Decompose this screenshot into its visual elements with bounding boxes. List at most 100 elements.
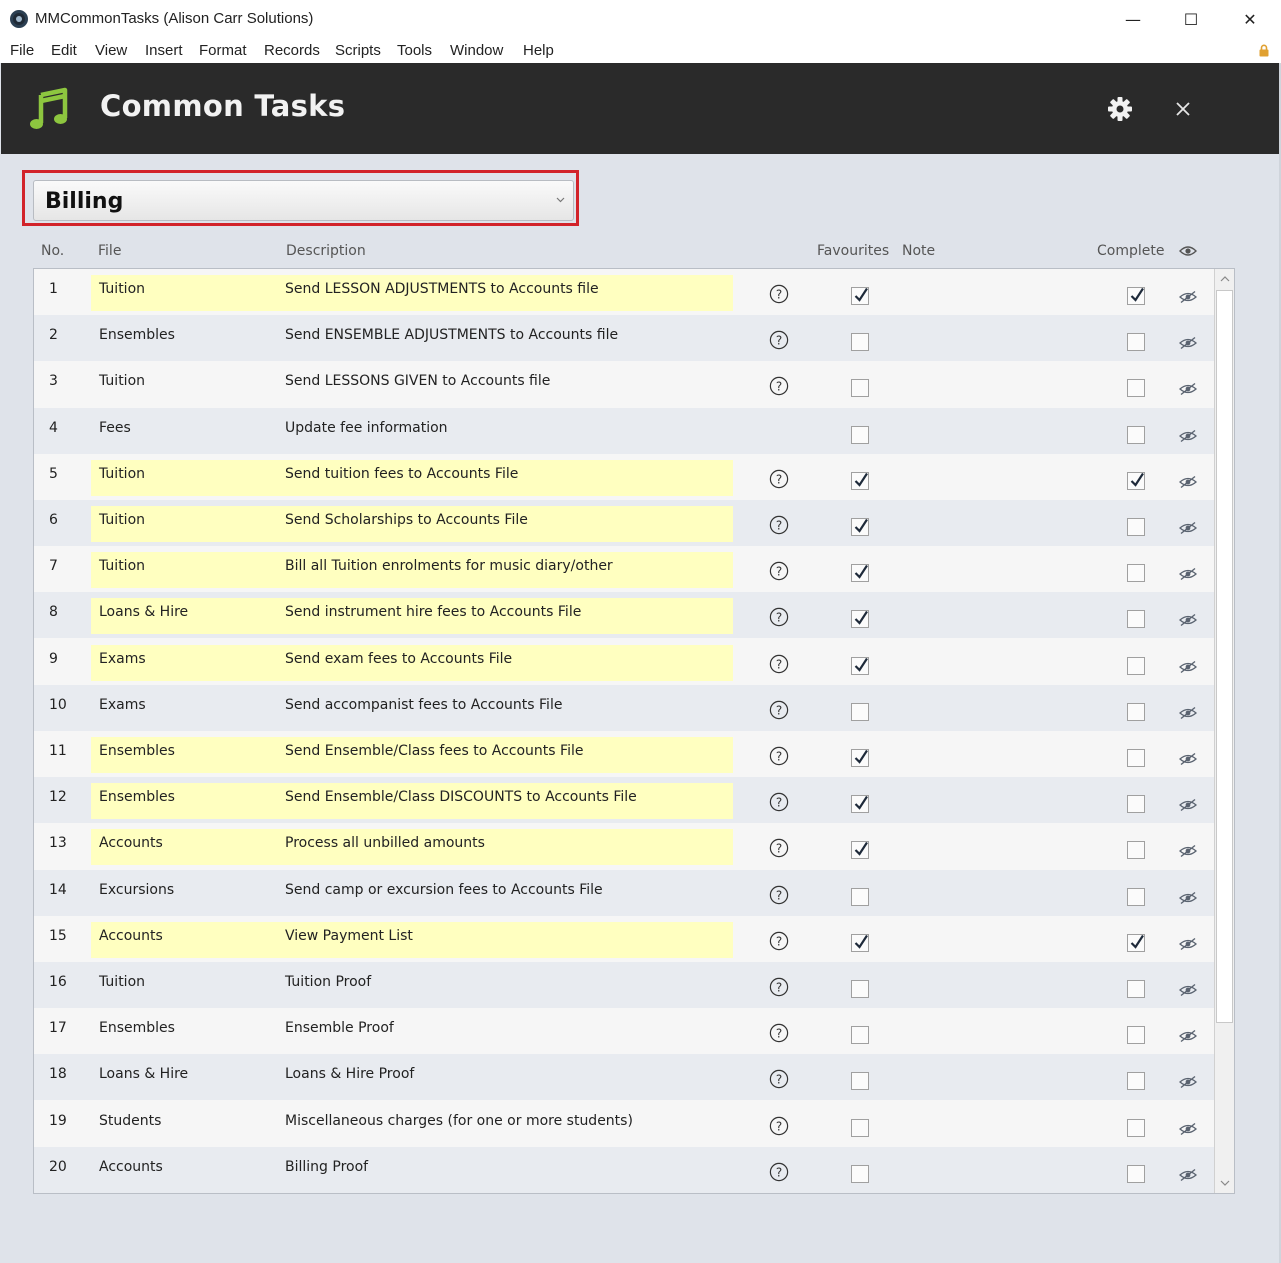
maximize-button[interactable]: ☐ — [1171, 4, 1211, 34]
help-icon[interactable]: ? — [769, 746, 789, 766]
favourite-checkbox[interactable] — [851, 610, 869, 629]
complete-checkbox[interactable] — [1127, 887, 1145, 906]
menu-tools[interactable]: Tools — [397, 42, 432, 59]
help-icon[interactable]: ? — [769, 561, 789, 581]
help-icon[interactable]: ? — [769, 1116, 789, 1136]
complete-checkbox[interactable] — [1127, 287, 1145, 305]
help-icon[interactable]: ? — [769, 654, 789, 674]
help-icon[interactable]: ? — [769, 931, 789, 951]
complete-checkbox[interactable] — [1127, 1118, 1145, 1137]
row-description[interactable]: Send Ensemble/Class DISCOUNTS to Account… — [285, 789, 637, 805]
row-description[interactable]: Send instrument hire fees to Accounts Fi… — [285, 604, 581, 620]
table-row[interactable]: 2 Ensembles Send ENSEMBLE ADJUSTMENTS to A… — [34, 315, 1214, 362]
gear-icon[interactable] — [1106, 95, 1134, 123]
scroll-down-icon[interactable] — [1215, 1173, 1235, 1193]
help-icon[interactable]: ? — [769, 700, 789, 720]
favourite-checkbox[interactable] — [851, 564, 869, 583]
row-description[interactable]: View Payment List — [285, 928, 413, 944]
eye-hidden-icon[interactable] — [1178, 706, 1198, 720]
menu-records[interactable]: Records — [264, 42, 320, 59]
category-dropdown[interactable]: Billing — [33, 180, 574, 221]
eye-hidden-icon[interactable] — [1178, 798, 1198, 812]
table-row[interactable]: 6 Tuition Send Scholarships to Accounts Fi… — [34, 500, 1214, 546]
help-icon[interactable]: ? — [769, 885, 789, 905]
favourite-checkbox[interactable] — [851, 471, 869, 490]
favourite-checkbox[interactable] — [851, 333, 869, 352]
eye-hidden-icon[interactable] — [1178, 891, 1198, 905]
table-row[interactable]: 12 Ensembles Send Ensemble/Class DISCOUNTS… — [34, 777, 1214, 824]
table-row[interactable]: 18 Loans & Hire Loans & Hire Proof? — [34, 1054, 1214, 1101]
scroll-up-icon[interactable] — [1215, 269, 1235, 289]
help-icon[interactable]: ? — [769, 469, 789, 489]
row-description[interactable]: Send Ensemble/Class fees to Accounts Fil… — [285, 743, 583, 759]
complete-checkbox[interactable] — [1127, 471, 1145, 490]
menu-view[interactable]: View — [95, 42, 127, 59]
row-description[interactable]: Send LESSONS GIVEN to Accounts file — [285, 373, 550, 389]
favourite-checkbox[interactable] — [851, 702, 869, 721]
favourite-checkbox[interactable] — [851, 1072, 869, 1091]
eye-hidden-icon[interactable] — [1178, 290, 1198, 304]
row-description[interactable]: Miscellaneous charges (for one or more s… — [285, 1113, 633, 1129]
menu-scripts[interactable]: Scripts — [335, 42, 381, 59]
complete-checkbox[interactable] — [1127, 518, 1145, 536]
complete-checkbox[interactable] — [1127, 379, 1145, 398]
complete-checkbox[interactable] — [1127, 749, 1145, 767]
row-description[interactable]: Process all unbilled amounts — [285, 835, 485, 851]
help-icon[interactable]: ? — [769, 977, 789, 997]
favourite-checkbox[interactable] — [851, 749, 869, 767]
favourite-checkbox[interactable] — [851, 518, 869, 536]
complete-checkbox[interactable] — [1127, 333, 1145, 352]
eye-hidden-icon[interactable] — [1178, 382, 1198, 396]
eye-hidden-icon[interactable] — [1178, 613, 1198, 627]
favourite-checkbox[interactable] — [851, 425, 869, 444]
eye-hidden-icon[interactable] — [1178, 937, 1198, 951]
complete-checkbox[interactable] — [1127, 933, 1145, 952]
eye-hidden-icon[interactable] — [1178, 660, 1198, 674]
help-icon[interactable]: ? — [769, 284, 789, 304]
table-row[interactable]: 5 Tuition Send tuition fees to Accounts Fi… — [34, 453, 1214, 500]
table-row[interactable]: 13 Accounts Process all unbilled amounts? — [34, 823, 1214, 870]
help-icon[interactable]: ? — [769, 1069, 789, 1089]
eye-hidden-icon[interactable] — [1178, 336, 1198, 350]
table-row[interactable]: 10 Exams Send accompanist fees to Accounts… — [34, 684, 1214, 731]
eye-hidden-icon[interactable] — [1178, 752, 1198, 766]
complete-checkbox[interactable] — [1127, 702, 1145, 721]
favourite-checkbox[interactable] — [851, 1026, 869, 1045]
favourite-checkbox[interactable] — [851, 980, 869, 998]
eye-hidden-icon[interactable] — [1178, 429, 1198, 443]
row-description[interactable]: Loans & Hire Proof — [285, 1066, 414, 1082]
table-row[interactable]: 4 Fees Update fee information — [34, 407, 1214, 454]
row-description[interactable]: Bill all Tuition enrolments for music di… — [285, 558, 613, 574]
favourite-checkbox[interactable] — [851, 1164, 869, 1183]
complete-checkbox[interactable] — [1127, 795, 1145, 814]
help-icon[interactable]: ? — [769, 1023, 789, 1043]
row-description[interactable]: Send exam fees to Accounts File — [285, 651, 512, 667]
eye-hidden-icon[interactable] — [1178, 567, 1198, 581]
row-description[interactable]: Tuition Proof — [285, 974, 371, 990]
minimize-button[interactable]: — — [1113, 4, 1153, 34]
favourite-checkbox[interactable] — [851, 795, 869, 814]
table-row[interactable]: 11 Ensembles Send Ensemble/Class fees to A… — [34, 731, 1214, 777]
help-icon[interactable]: ? — [769, 792, 789, 812]
table-row[interactable]: 20 Accounts Billing Proof? — [34, 1146, 1214, 1193]
eye-hidden-icon[interactable] — [1178, 983, 1198, 997]
menu-format[interactable]: Format — [199, 42, 247, 59]
complete-checkbox[interactable] — [1127, 841, 1145, 860]
row-description[interactable]: Send camp or excursion fees to Accounts … — [285, 882, 603, 898]
table-row[interactable]: 15 Accounts View Payment List? — [34, 915, 1214, 962]
help-icon[interactable]: ? — [769, 607, 789, 627]
help-icon[interactable]: ? — [769, 838, 789, 858]
complete-checkbox[interactable] — [1127, 425, 1145, 444]
table-row[interactable]: 19 Students Miscellaneous charges (for one… — [34, 1100, 1214, 1147]
window-close-button[interactable]: ✕ — [1230, 4, 1270, 34]
complete-checkbox[interactable] — [1127, 980, 1145, 998]
complete-checkbox[interactable] — [1127, 656, 1145, 675]
close-icon[interactable] — [1171, 97, 1195, 121]
favourite-checkbox[interactable] — [851, 287, 869, 305]
row-description[interactable]: Update fee information — [285, 420, 448, 436]
menu-file[interactable]: File — [10, 42, 34, 59]
row-description[interactable]: Send tuition fees to Accounts File — [285, 466, 518, 482]
complete-checkbox[interactable] — [1127, 1026, 1145, 1045]
favourite-checkbox[interactable] — [851, 379, 869, 398]
table-row[interactable]: 1 Tuition Send LESSON ADJUSTMENTS to Accou… — [34, 269, 1214, 315]
